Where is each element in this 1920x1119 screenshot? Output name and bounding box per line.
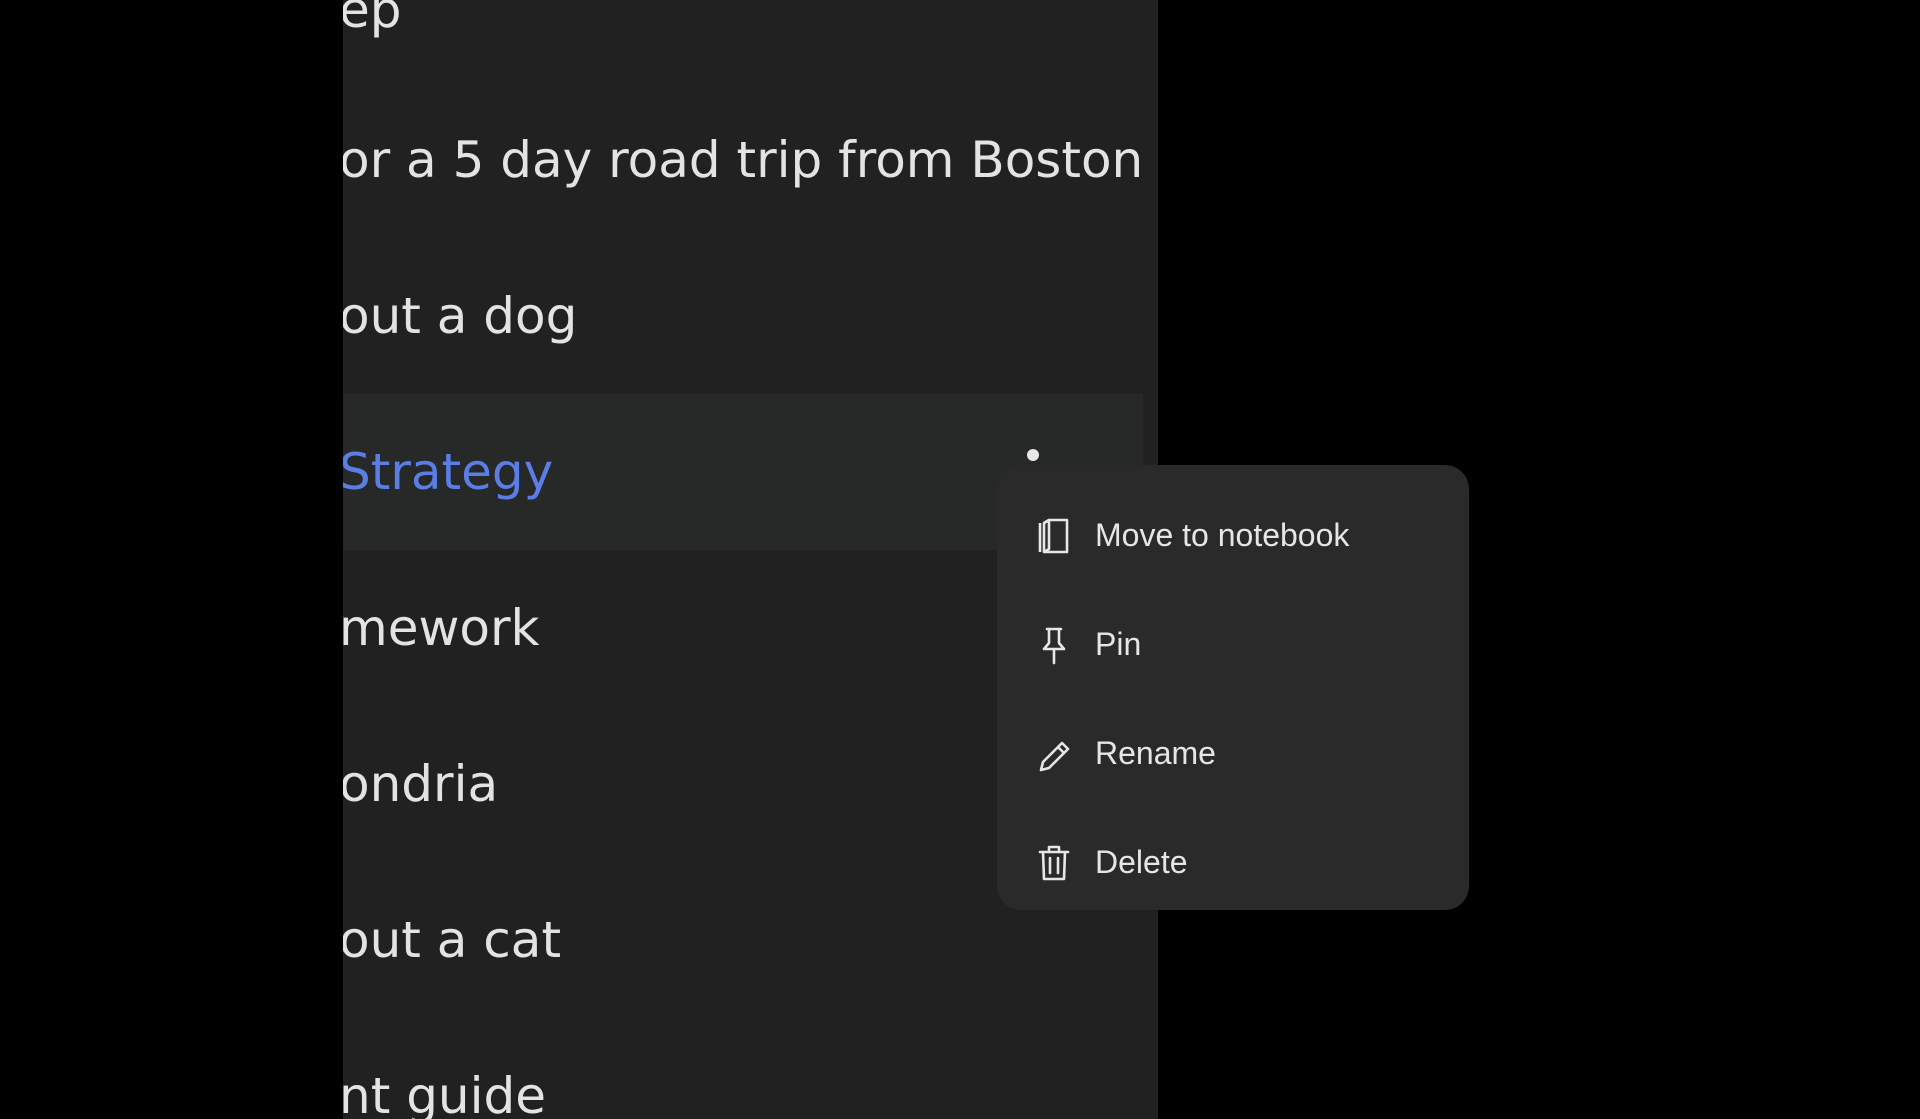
chat-item[interactable]: nt guide — [343, 1018, 1143, 1119]
more-options-icon[interactable] — [1027, 449, 1039, 461]
chat-item-label: out a cat — [343, 911, 562, 969]
chat-item-label: ondria — [343, 755, 499, 813]
chat-item-label: ep — [343, 0, 402, 39]
chat-item-label: or a 5 day road trip from Boston — [343, 131, 1143, 189]
menu-item-move-to-notebook[interactable]: Move to notebook — [997, 481, 1469, 590]
chat-item[interactable]: ep — [343, 0, 1143, 88]
chat-item-label: mework — [343, 599, 540, 657]
menu-item-label: Rename — [1095, 735, 1216, 771]
menu-item-pin[interactable]: Pin — [997, 590, 1469, 699]
context-menu: Move to notebook Pin Rename Delete — [997, 465, 1469, 910]
chat-item[interactable]: or a 5 day road trip from Boston — [343, 82, 1143, 238]
menu-item-rename[interactable]: Rename — [997, 699, 1469, 808]
menu-item-delete[interactable]: Delete — [997, 808, 1469, 917]
screen: ep or a 5 day road trip from Boston out … — [0, 0, 1920, 1119]
pencil-icon — [1037, 734, 1071, 774]
menu-item-label: Pin — [1095, 626, 1142, 662]
menu-item-label: Move to notebook — [1095, 517, 1350, 553]
menu-item-label: Delete — [1095, 844, 1188, 880]
chat-item-label: nt guide — [343, 1067, 547, 1119]
chat-item-label: out a dog — [343, 287, 578, 345]
notebook-icon — [1037, 516, 1071, 556]
chat-item-label: Strategy — [343, 443, 554, 501]
trash-icon — [1037, 843, 1071, 883]
pin-icon — [1037, 625, 1071, 665]
chat-item[interactable]: out a dog — [343, 238, 1143, 394]
